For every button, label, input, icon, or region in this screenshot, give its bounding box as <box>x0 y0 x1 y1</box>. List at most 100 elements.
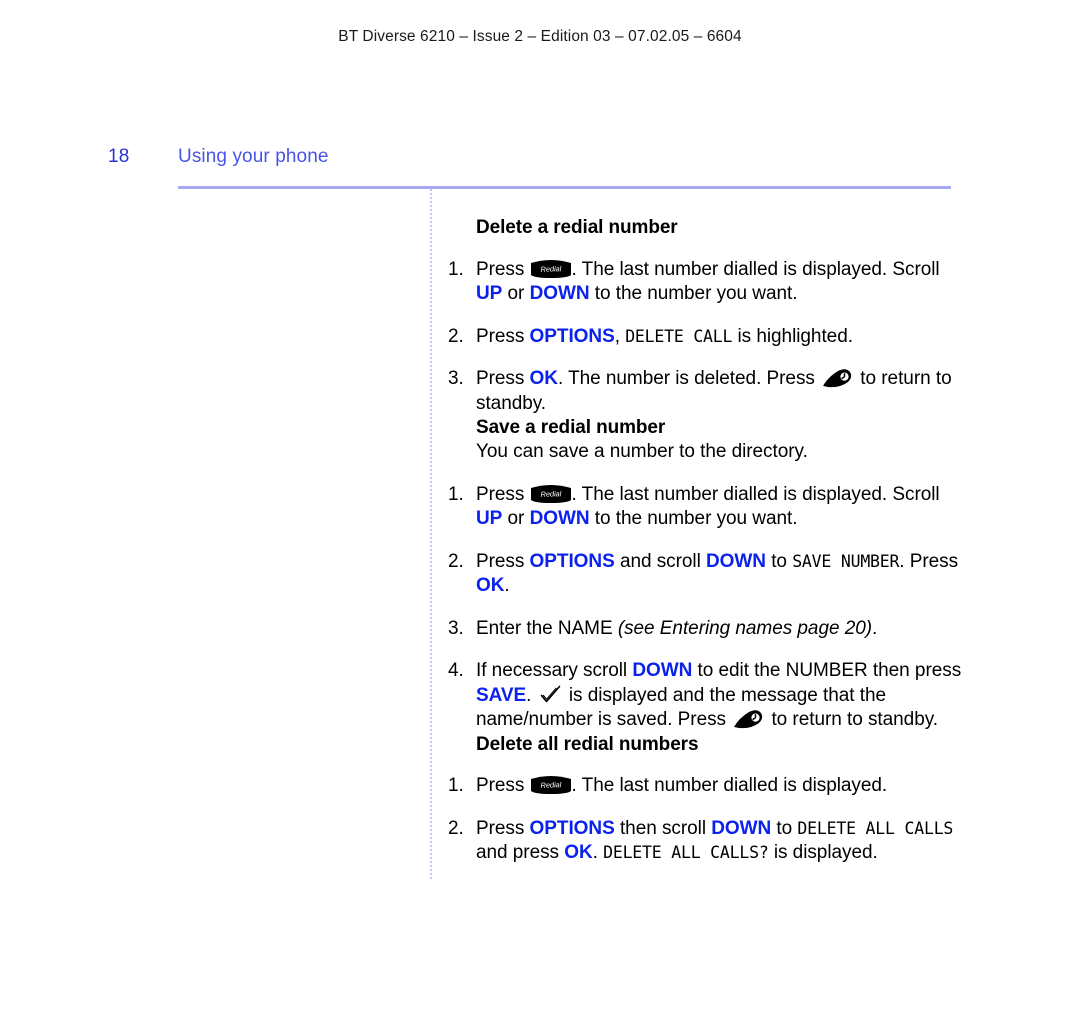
body-text: Enter the NAME <box>476 617 618 639</box>
step-list: 1. Press Redial . The last number dialled … <box>448 483 968 733</box>
display-text: DELETE ALL CALLS? <box>603 843 769 863</box>
section-heading: Delete all redial numbers <box>476 733 699 755</box>
step-text: Press OPTIONS and scroll DOWN to SAVE NU… <box>476 551 958 597</box>
body-text: . Press <box>899 550 959 572</box>
body-text: Press <box>476 325 530 347</box>
step-number: 3. <box>448 617 464 639</box>
display-text: DELETE ALL CALLS <box>797 818 954 838</box>
body-text: to <box>765 550 793 572</box>
step-item: 3. Press OK. The number is deleted. Press… <box>448 367 968 416</box>
svg-text:Redial: Redial <box>540 264 561 274</box>
body-text: . <box>872 617 878 639</box>
step-number: 3. <box>448 368 464 390</box>
redial-key-icon: Redial <box>530 484 571 503</box>
display-text: DELETE CALL <box>625 326 733 346</box>
body-text: and press <box>476 842 565 864</box>
page-title: Using your phone <box>178 146 329 167</box>
body-text: Press <box>476 775 530 797</box>
body-text: then scroll <box>614 817 712 839</box>
display-text: SAVE NUMBER <box>792 551 900 571</box>
section-heading: Delete a redial number <box>476 217 678 238</box>
step-item: 1. Press Redial . The last number dialled … <box>448 483 968 532</box>
body-text: or <box>502 283 530 305</box>
step-item: 3. Enter the NAME (see Entering names pag… <box>448 617 968 642</box>
step-item: 4. If necessary scroll DOWN to edit the N… <box>448 659 968 733</box>
body-text: is highlighted. <box>732 325 853 347</box>
step-item: 1. Press Redial . The last number dialled … <box>448 774 968 799</box>
step-item: 2. Press OPTIONS and scroll DOWN to SAVE … <box>448 550 968 599</box>
softkey-label[interactable]: UP <box>476 283 502 304</box>
step-item: 1. Press Redial . The last number dialled … <box>448 258 968 307</box>
section-heading: Save a redial number <box>476 417 666 439</box>
body-text: is displayed. <box>768 842 878 864</box>
softkey-label[interactable]: DOWN <box>711 818 771 839</box>
body-text: or <box>502 508 530 529</box>
tick-icon <box>540 685 562 705</box>
step-text: Press Redial . The last number dialled is… <box>476 484 940 530</box>
step-list: 1. Press Redial . The last number dialled … <box>448 258 968 417</box>
body-text: . The last number dialled is displayed. … <box>571 258 940 280</box>
softkey-label[interactable]: OK <box>564 842 592 863</box>
softkey-label[interactable]: SAVE <box>476 685 526 706</box>
softkey-label[interactable]: DOWN <box>706 551 766 572</box>
body-text: Press <box>476 550 530 572</box>
body-text: to the number you want. <box>589 283 798 305</box>
body-text: to return to standby. <box>766 709 938 730</box>
body-text: to <box>771 817 798 839</box>
step-text: Press Redial . The last number dialled is… <box>476 775 887 796</box>
step-text: Enter the NAME (see Entering names page … <box>476 618 877 639</box>
softkey-label[interactable]: DOWN <box>632 660 692 681</box>
cross-reference: (see Entering names page 20) <box>617 617 873 639</box>
softkey-label[interactable]: OPTIONS <box>530 326 615 347</box>
page-content: Delete a redial number 1. Press Redial . Th… <box>448 216 968 866</box>
step-number: 4. <box>448 660 464 681</box>
body-text: to the number you want. <box>589 508 798 529</box>
step-item: 2. Press OPTIONS then scroll DOWN to DELE… <box>448 817 968 866</box>
redial-key-icon: Redial <box>530 259 571 278</box>
header-divider <box>178 186 951 189</box>
step-number: 2. <box>448 550 464 572</box>
section-intro: You can save a number to the directory. <box>476 441 808 462</box>
running-header: BT Diverse 6210 – Issue 2 – Edition 03 –… <box>338 28 742 45</box>
softkey-label[interactable]: DOWN <box>530 283 590 304</box>
redial-key-icon: Redial <box>530 776 571 795</box>
step-number: 2. <box>448 817 464 839</box>
body-text: . The last number dialled is displayed. <box>571 775 888 797</box>
step-list: 1. Press Redial . The last number dialled … <box>448 774 968 866</box>
softkey-label[interactable]: OPTIONS <box>530 818 615 839</box>
step-number: 2. <box>448 325 464 347</box>
body-text: Press <box>476 817 530 839</box>
body-text: . <box>592 842 604 864</box>
body-text: Press <box>476 368 530 390</box>
hangup-key-icon <box>733 709 763 729</box>
softkey-label[interactable]: OK <box>476 575 504 596</box>
step-number: 1. <box>448 258 464 280</box>
svg-text:Redial: Redial <box>540 780 561 790</box>
step-text: Press OPTIONS, DELETE CALL is highlighte… <box>476 326 853 347</box>
softkey-label[interactable]: DOWN <box>530 508 590 529</box>
softkey-label[interactable]: UP <box>476 508 502 529</box>
column-divider <box>430 189 432 881</box>
softkey-label[interactable]: OPTIONS <box>530 551 615 572</box>
step-text: If necessary scroll DOWN to edit the NUM… <box>476 660 961 730</box>
step-item: 2. Press OPTIONS, DELETE CALL is highligh… <box>448 325 968 350</box>
body-text: . The last number dialled is displayed. … <box>571 483 940 505</box>
body-text: . <box>526 684 537 706</box>
step-text: Press OPTIONS then scroll DOWN to DELETE… <box>476 818 953 864</box>
step-number: 1. <box>448 483 464 505</box>
hangup-key-icon <box>822 368 852 388</box>
body-text: . The number is deleted. Press <box>557 368 821 390</box>
page-title-row: 18 Using your phone <box>0 146 1080 174</box>
page-number: 18 <box>108 146 130 167</box>
softkey-label[interactable]: OK <box>530 368 558 389</box>
body-text: . <box>504 575 510 596</box>
body-text: , <box>614 325 626 347</box>
body-text: If necessary scroll <box>476 660 633 681</box>
body-text: and scroll <box>614 550 706 572</box>
step-text: Press OK. The number is deleted. Press t… <box>476 368 952 414</box>
step-text: Press Redial . The last number dialled is… <box>476 259 940 305</box>
svg-text:Redial: Redial <box>540 489 561 499</box>
body-text: Press <box>476 483 530 505</box>
step-number: 1. <box>448 775 464 797</box>
body-text: to edit the NUMBER then press <box>692 660 962 681</box>
